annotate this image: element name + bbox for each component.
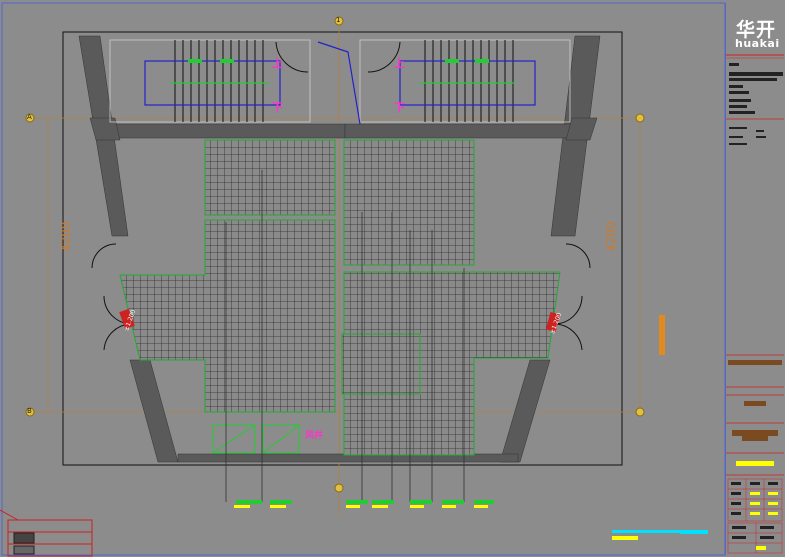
- pipe-tags: [234, 500, 494, 508]
- tiled-floor: [119, 139, 561, 456]
- stair-up-label-left: 上: [272, 57, 283, 70]
- grid-axis-label-left-upper: A: [27, 113, 32, 121]
- stair-down-label-right: 下: [394, 101, 405, 114]
- title-block-fields: [726, 54, 784, 554]
- walls: [78, 35, 601, 463]
- vent-shaft-label: 风井: [305, 431, 324, 441]
- grid-axis-label-top: 1: [336, 16, 341, 24]
- stair-up-label-right: 上: [394, 57, 405, 70]
- level-marker: [659, 315, 665, 355]
- cad-drawing-canvas[interactable]: [0, 0, 785, 557]
- right-dimension-label: 4200: [604, 221, 618, 252]
- title-block: 华开 huakai: [725, 3, 784, 555]
- left-dimension-label: 4200: [59, 221, 73, 252]
- drawing-notes: [612, 530, 708, 540]
- stair-wells: [109, 39, 571, 125]
- grid-axis-label-left-lower: B: [27, 407, 32, 415]
- stair-down-label-left: 下: [272, 101, 283, 114]
- legend-box: [0, 509, 93, 557]
